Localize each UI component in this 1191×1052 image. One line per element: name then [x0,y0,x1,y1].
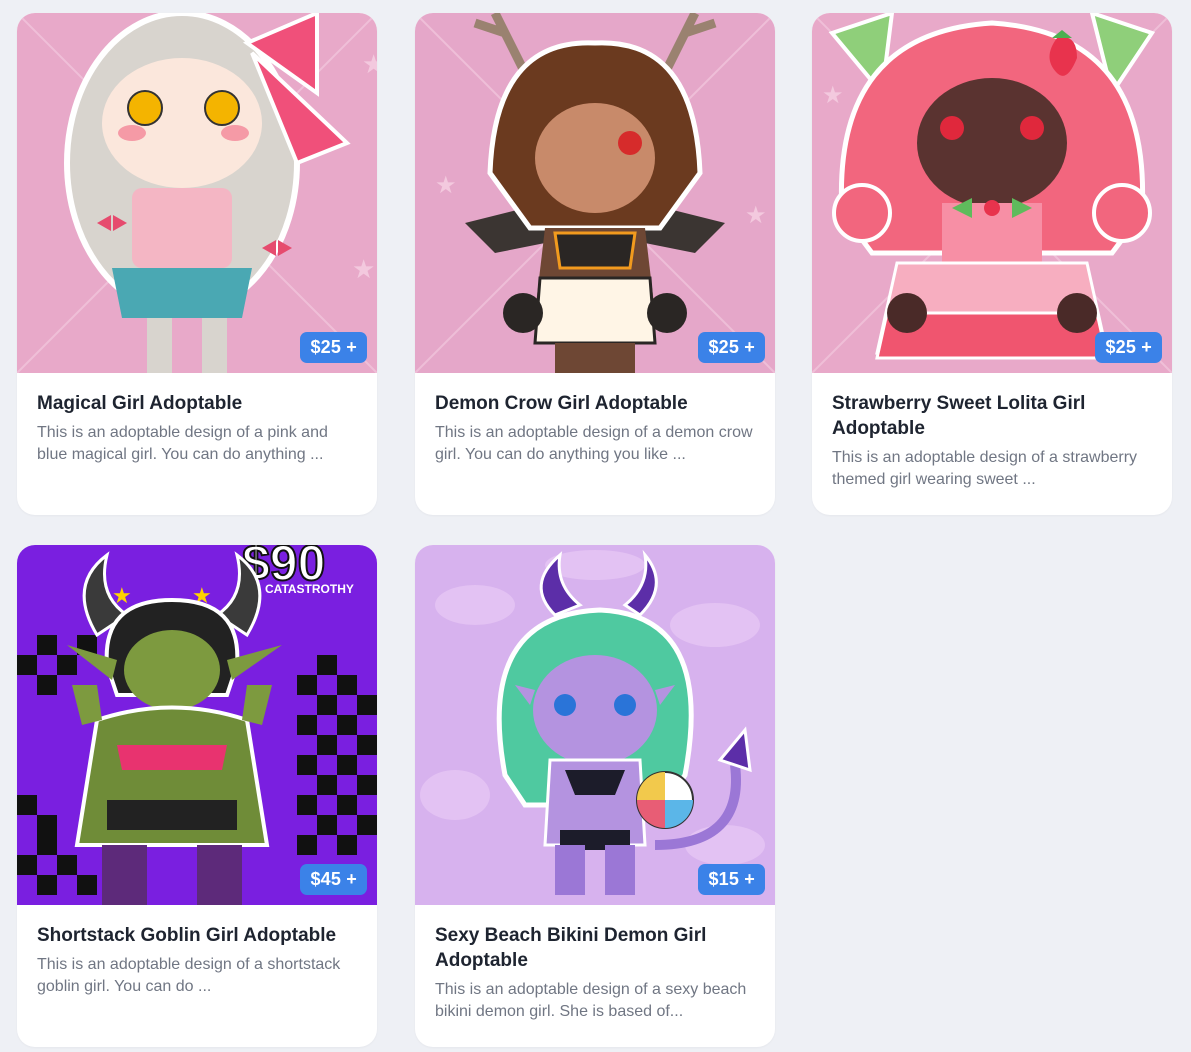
price-badge: $25 + [698,332,765,363]
price-badge: $45 + [300,864,367,895]
product-description: This is an adoptable design of a strawbe… [832,449,1138,488]
product-description: This is an adoptable design of a sexy be… [435,981,747,1020]
product-image[interactable]: $90 CATASTROTHY ★ ★ $45 + [17,545,377,905]
magical-girl-art-image: ★ ★ [17,13,377,373]
product-title[interactable]: Magical Girl Adoptable [37,391,357,416]
beach-demon-girl-art-image [415,545,775,905]
product-title[interactable]: Strawberry Sweet Lolita Girl Adoptable [832,391,1152,441]
goblin-girl-art-image: $90 CATASTROTHY ★ ★ [17,545,377,905]
art-watermark: CATASTROTHY [265,582,354,596]
svg-text:★: ★ [362,49,377,79]
product-card-beach-demon-girl[interactable]: $15 + Sexy Beach Bikini Demon Girl Adopt… [415,545,775,1047]
demon-crow-girl-art-image: ★ ★ [415,13,775,373]
product-title[interactable]: Shortstack Goblin Girl Adoptable [37,923,357,948]
svg-text:★: ★ [352,254,375,284]
product-description: This is an adoptable design of a shortst… [37,956,341,995]
strawberry-girl-art-image: ★ [812,13,1172,373]
svg-text:★: ★ [745,202,767,229]
product-image[interactable]: ★ ★ $25 + [17,13,377,373]
product-card-magical-girl[interactable]: ★ ★ $25 + Magical Girl Adoptable This is… [17,13,377,515]
product-title[interactable]: Demon Crow Girl Adoptable [435,391,755,416]
product-description: This is an adoptable design of a pink an… [37,424,328,463]
product-image[interactable]: ★ ★ $25 + [415,13,775,373]
product-image[interactable]: $15 + [415,545,775,905]
product-description: This is an adoptable design of a demon c… [435,424,753,463]
svg-text:★: ★ [112,583,132,608]
svg-text:★: ★ [822,82,844,109]
product-card-demon-crow-girl[interactable]: ★ ★ $25 + Demon Crow Girl Adoptable This… [415,13,775,515]
price-badge: $25 + [1095,332,1162,363]
svg-text:★: ★ [435,172,457,199]
product-image[interactable]: ★ $25 + [812,13,1172,373]
price-badge: $15 + [698,864,765,895]
price-badge: $25 + [300,332,367,363]
product-card-goblin-girl[interactable]: $90 CATASTROTHY ★ ★ $45 + Shortstack Gob… [17,545,377,1047]
product-card-strawberry-girl[interactable]: ★ $25 + Strawberry Sweet Lolita Girl Ado… [812,13,1172,515]
product-title[interactable]: Sexy Beach Bikini Demon Girl Adoptable [435,923,755,973]
